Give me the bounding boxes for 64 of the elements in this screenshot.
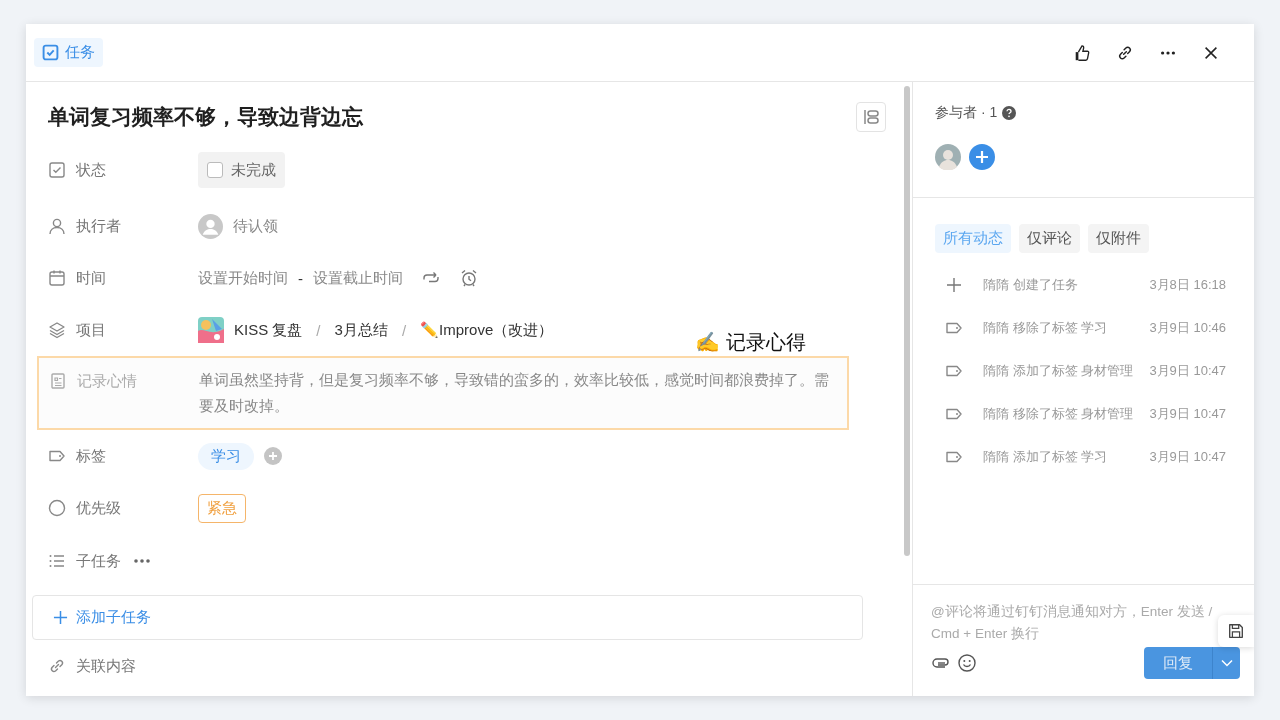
activity-text: 隋隋 添加了标签 学习 [983,447,1109,466]
person-icon [48,217,66,235]
priority-chip[interactable]: 紧急 [198,494,246,523]
plus-icon [945,275,963,294]
scrollbar[interactable] [904,86,910,556]
start-time-link[interactable]: 设置开始时间 [198,268,288,288]
plus-icon [53,610,68,625]
thumbs-up-icon[interactable] [1073,43,1091,62]
activity-time: 3月9日 10:47 [1149,404,1227,423]
task-title: 单词复习频率不够，导致边背边忘 [48,104,363,130]
save-icon [1227,622,1245,640]
project-path-link[interactable]: 3月总结 [334,320,388,340]
field-label: 状态 [76,160,106,180]
activity-time: 3月9日 10:47 [1149,361,1227,380]
circle-icon [48,499,66,517]
project-path-link[interactable]: KISS 复盘 [234,320,303,340]
annotation-text: ✍ 记录心得 [695,330,806,355]
end-time-link[interactable]: 设置截止时间 [313,268,403,288]
list-icon [48,552,66,570]
field-label: 执行者 [76,216,121,236]
avatar-icon [198,213,223,239]
field-label: 项目 [76,320,106,340]
participants-label: 参与者 · 1 [935,104,998,122]
field-label: 关联内容 [76,656,136,676]
badge-label: 任务 [65,43,95,62]
document-icon [49,372,67,390]
activity-text: 隋隋 移除了标签 学习 [983,318,1109,337]
field-label: 子任务 [76,551,121,571]
status-toggle[interactable]: 未完成 [198,152,285,188]
field-label: 时间 [76,268,106,288]
time-separator: - [298,269,303,287]
emoji-icon[interactable] [957,653,977,673]
layout-button[interactable] [856,102,886,132]
field-label: 标签 [76,446,106,466]
checkbox-icon [48,161,66,179]
layout-icon [861,107,881,127]
save-button[interactable] [1218,615,1254,647]
project-path-link[interactable]: ✏Improve（改进） [420,320,554,340]
calendar-icon [48,269,66,287]
field-label: 记录心情 [77,371,137,391]
activity-time: 3月8日 16:18 [1149,275,1227,294]
path-separator: / [401,321,407,339]
note-text[interactable]: 单词虽然坚持背，但是复习频率不够，导致错的蛮多的，效率比较低，感觉时间都浪费掉了。需要及时改掉。 [199,367,837,419]
activity-tab[interactable]: 仅评论 [1019,224,1080,253]
caret-icon [1220,659,1233,667]
path-separator: / [316,321,321,339]
field-label: 优先级 [76,498,121,518]
checkbox-icon [42,44,59,61]
activity-time: 3月9日 10:47 [1149,447,1227,466]
assignee-link[interactable]: 待认领 [233,216,278,236]
add-subtask-button[interactable]: 添加子任务 [32,595,863,640]
reply-button[interactable]: 回复 [1144,647,1212,679]
add-participant-icon[interactable] [969,144,995,170]
activity-tab[interactable]: 所有动态 [935,224,1011,253]
activity-text: 隋隋 添加了标签 身材管理 [983,361,1135,380]
activity-tab[interactable]: 仅附件 [1088,224,1149,253]
tag-chip[interactable]: 学习 [198,442,254,470]
activity-time: 3月9日 10:46 [1149,318,1227,337]
help-icon[interactable] [1002,106,1017,120]
activity-text: 隋隋 创建了任务 [983,275,1079,294]
alarm-clock-icon[interactable] [459,268,479,288]
link-icon [48,657,66,675]
layers-icon [48,321,66,339]
activity-text: 隋隋 移除了标签 身材管理 [983,404,1135,423]
